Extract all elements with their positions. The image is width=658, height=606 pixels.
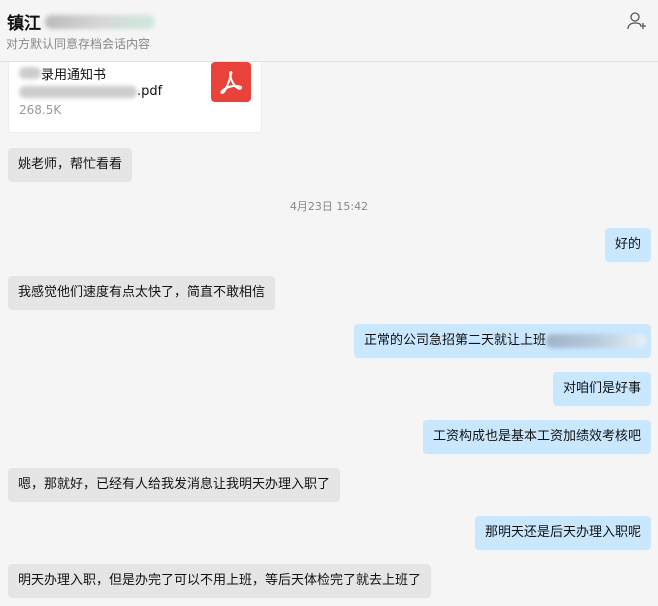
- redacted-text: [19, 67, 41, 79]
- archive-notice: 对方默认同意存档会话内容: [6, 37, 151, 51]
- message-incoming: 明天办理入职，但是办完了可以不用上班，等后天体检完了就去上班了: [8, 564, 432, 598]
- message-outgoing: 对咱们是好事: [552, 372, 651, 406]
- message-incoming: 嗯，那就好，已经有人给我发消息让我明天办理入职了: [8, 468, 341, 502]
- file-name-line2: .pdf: [137, 84, 163, 99]
- pdf-icon: [211, 62, 251, 102]
- message-outgoing: 工资构成也是基本工资加绩效考核吧: [422, 420, 651, 454]
- message-outgoing: 那明天还是后天办理入职呢: [474, 516, 651, 550]
- message-outgoing: 好的: [604, 228, 651, 262]
- redacted-name: [45, 14, 155, 29]
- timestamp: 4月23日 15:42: [289, 200, 369, 213]
- chat-title: 镇江: [7, 9, 155, 34]
- add-user-icon[interactable]: [626, 10, 648, 32]
- message-incoming: 姚老师，帮忙看看: [8, 148, 133, 182]
- redacted-text: [546, 333, 647, 348]
- message-incoming: 我感觉他们速度有点太快了，简直不敢相信: [8, 276, 276, 310]
- message-outgoing: 正常的公司急招第二天就让上班: [354, 324, 651, 358]
- chat-header: 镇江 对方默认同意存档会话内容: [0, 0, 658, 62]
- redacted-text: [19, 85, 137, 98]
- file-size: 268.5K: [19, 103, 62, 117]
- file-name-line1: 录用通知书: [41, 68, 107, 83]
